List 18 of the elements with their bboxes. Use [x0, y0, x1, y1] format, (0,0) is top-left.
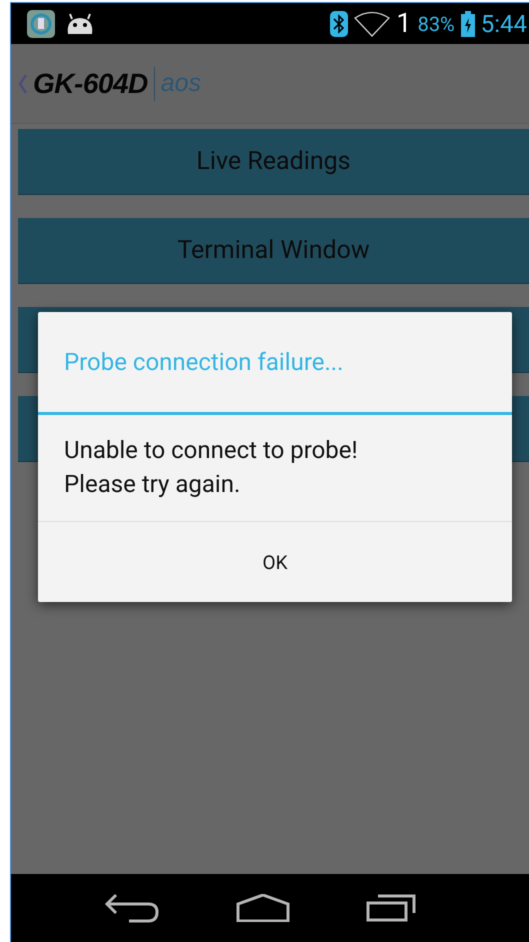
app-title: GK-604D — [33, 68, 148, 100]
clock: 5:44 — [480, 10, 527, 38]
battery-percent: 83% — [418, 12, 455, 36]
menu-button[interactable]: Live Readings — [18, 129, 529, 195]
app-subtitle: aos — [160, 69, 202, 98]
signal-label: 1 — [396, 10, 412, 37]
ok-button[interactable]: OK — [38, 522, 512, 602]
back-icon[interactable] — [104, 893, 160, 923]
battery-icon — [460, 10, 475, 36]
dialog-message: Unable to connect to probe! Please try again. — [38, 415, 512, 522]
home-icon[interactable] — [236, 894, 290, 922]
recent-apps-icon[interactable] — [366, 894, 416, 922]
dialog-title: Probe connection failure... — [64, 348, 344, 376]
app-icon — [27, 10, 55, 38]
menu-button[interactable]: Terminal Window — [18, 218, 529, 284]
bluetooth-icon — [330, 10, 348, 36]
wifi-icon — [354, 10, 390, 36]
android-icon — [65, 12, 95, 34]
